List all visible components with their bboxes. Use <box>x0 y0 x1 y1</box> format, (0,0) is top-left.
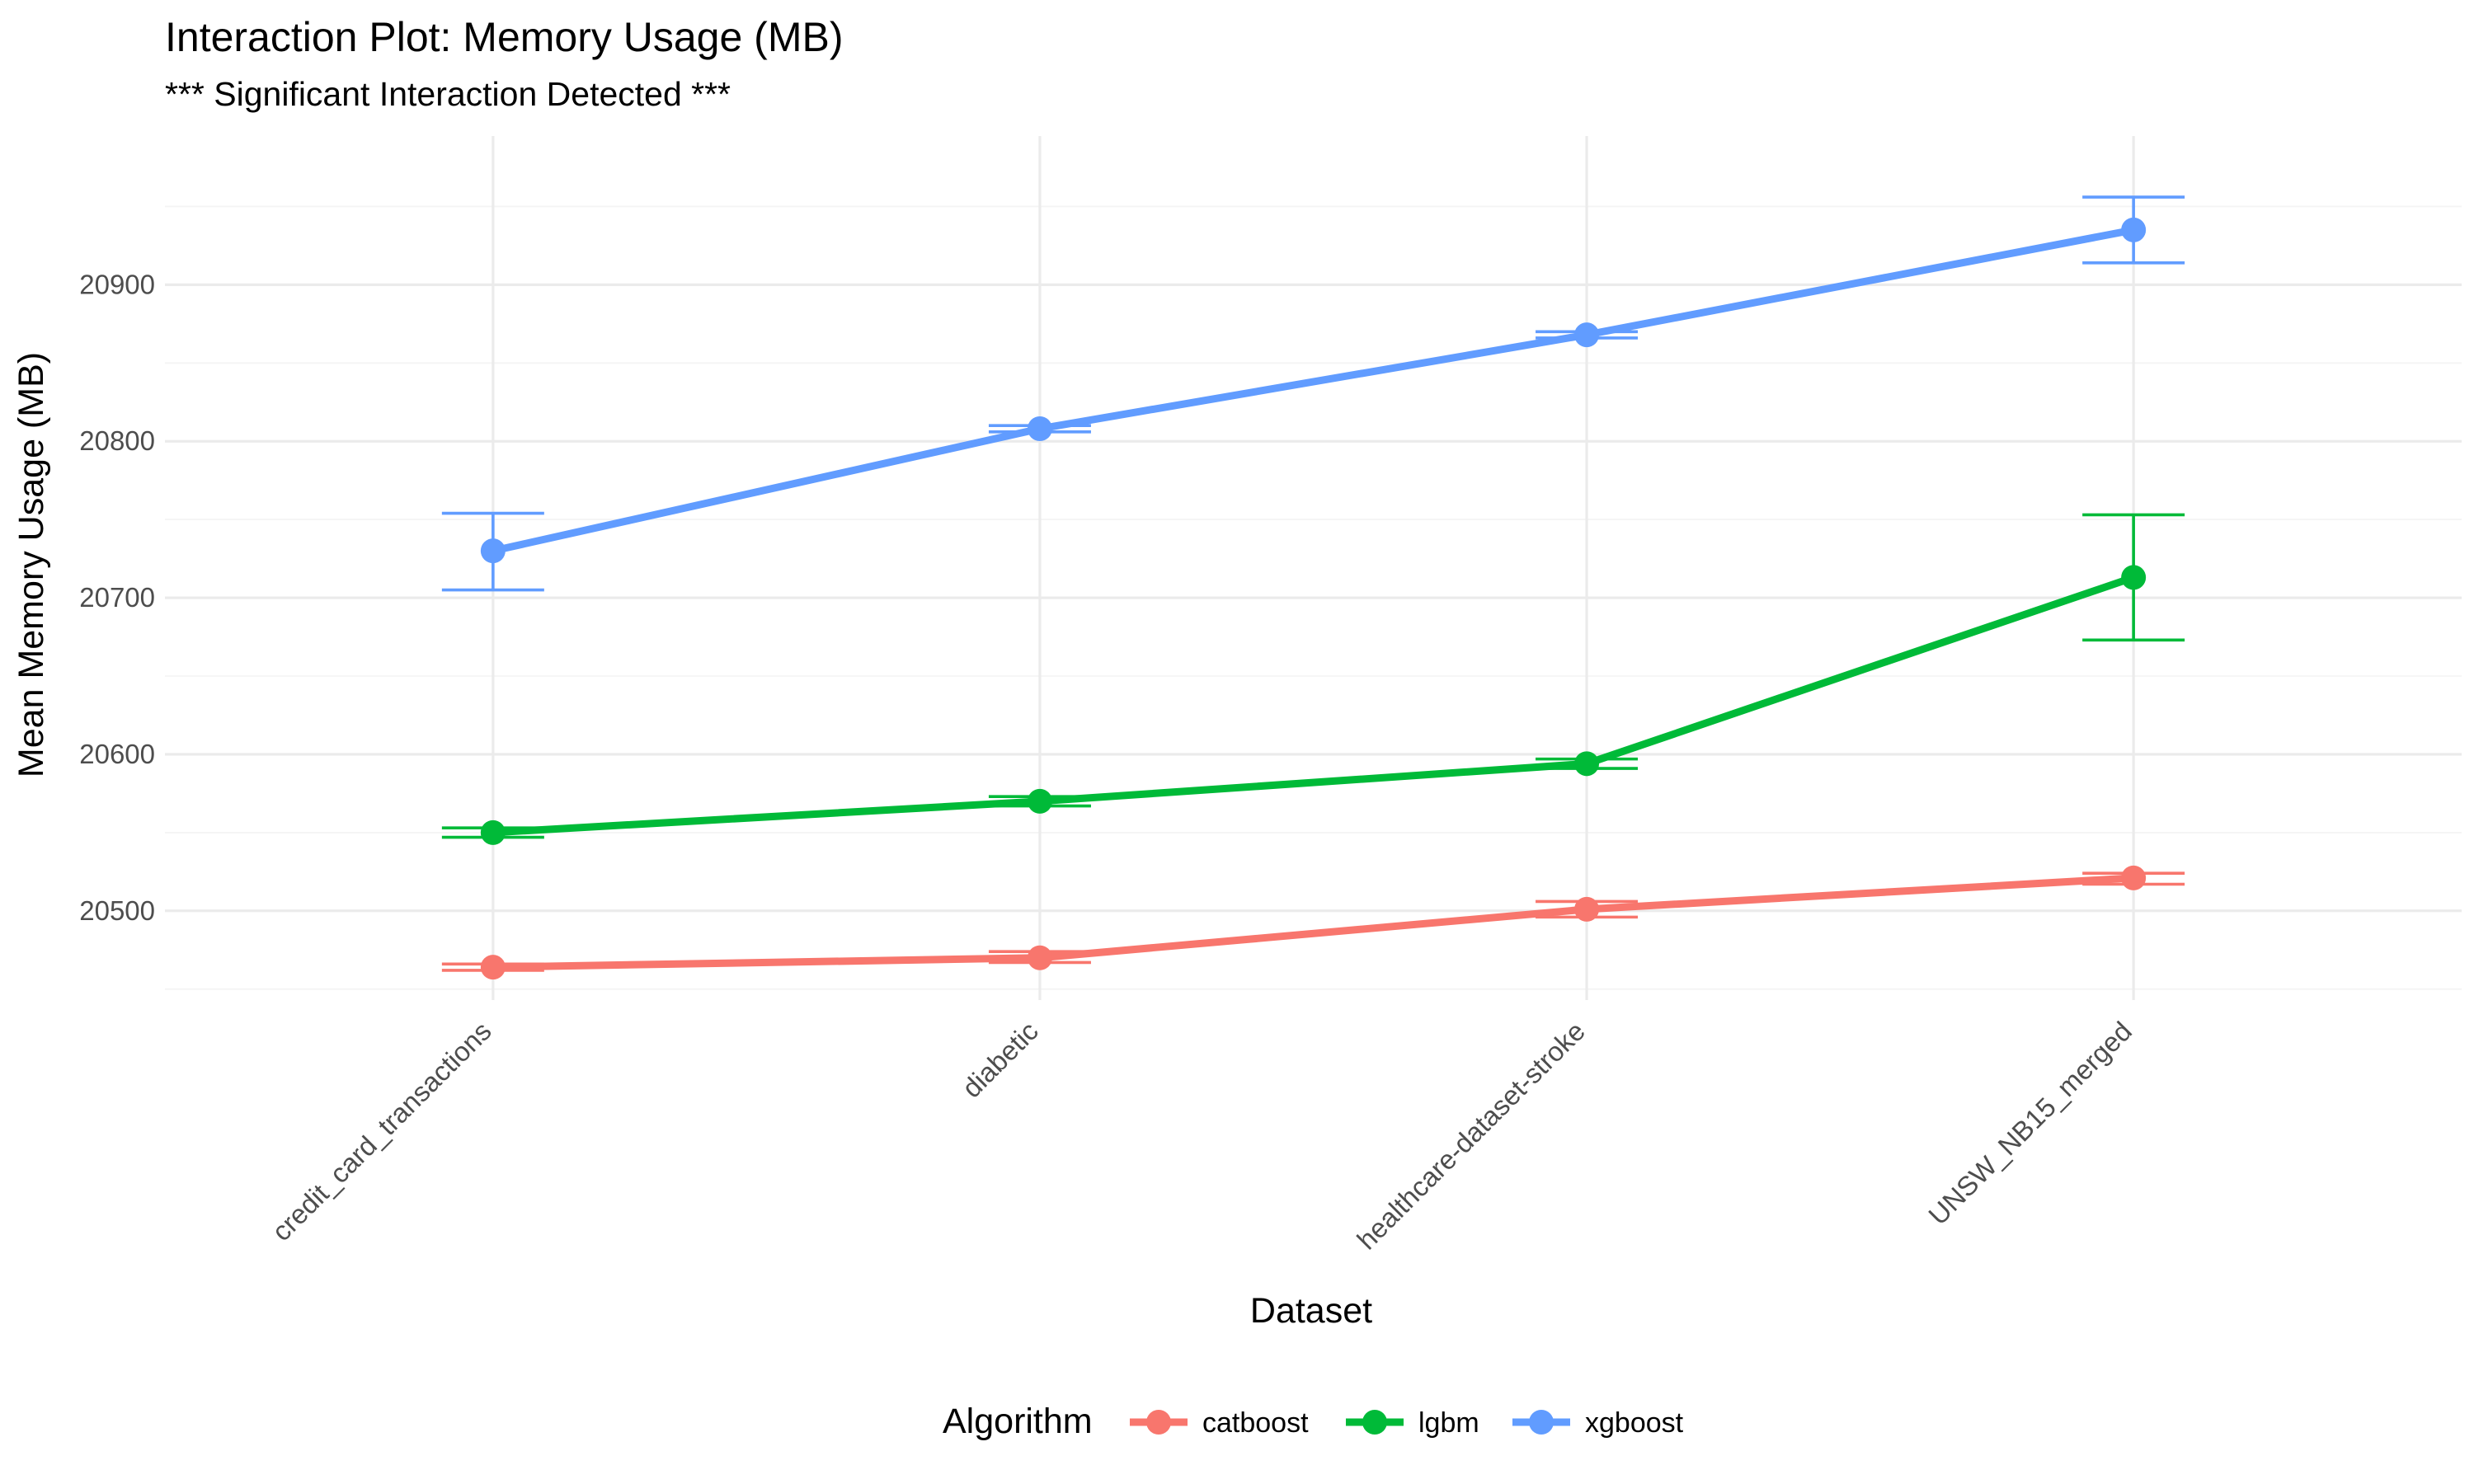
data-point-xgboost <box>1027 416 1052 442</box>
legend-item-xgboost: xgboost <box>1512 1407 1684 1439</box>
legend: Algorithm catboost lgbm xgboost <box>943 1402 1684 1441</box>
data-point-catboost <box>2121 865 2147 890</box>
y-tick-label: 20700 <box>79 582 155 613</box>
legend-key-point-xgboost <box>1529 1410 1554 1435</box>
x-tick-label: credit_card_transactions <box>266 1016 496 1247</box>
data-point-catboost <box>1027 945 1052 970</box>
chart-root: Interaction Plot: Memory Usage (MB) *** … <box>0 0 2474 1484</box>
y-tick-label: 20500 <box>79 895 155 926</box>
x-tick-label: diabetic <box>956 1016 1044 1104</box>
x-tick-labels: credit_card_transactions diabetic healthca… <box>266 1016 2138 1256</box>
legend-items: catboost lgbm xgboost <box>1130 1407 1684 1439</box>
data-point-lgbm <box>2121 565 2147 590</box>
legend-item-lgbm: lgbm <box>1346 1407 1479 1439</box>
x-tick-label: healthcare-dataset-stroke <box>1351 1016 1591 1256</box>
series-line-catboost <box>492 874 2134 971</box>
x-axis-title: Dataset <box>1250 1291 1372 1331</box>
legend-label-catboost: catboost <box>1202 1407 1309 1439</box>
data-point-catboost <box>1574 896 1600 922</box>
data-point-xgboost <box>2121 217 2147 242</box>
series-layer <box>441 195 2185 980</box>
legend-label-xgboost: xgboost <box>1585 1407 1684 1439</box>
legend-title: Algorithm <box>943 1402 1093 1441</box>
data-point-xgboost <box>480 538 506 564</box>
series-line-xgboost <box>492 226 2134 555</box>
chart-subtitle: *** Significant Interaction Detected *** <box>165 75 731 113</box>
y-tick-label: 20600 <box>79 739 155 769</box>
legend-key-point-catboost <box>1146 1410 1171 1435</box>
data-point-xgboost <box>1574 322 1600 348</box>
legend-item-catboost: catboost <box>1130 1407 1309 1439</box>
x-tick-label: UNSW_NB15_merged <box>1922 1016 2138 1231</box>
y-tick-labels: 20500 20600 20700 20800 20900 <box>79 269 155 925</box>
chart-title: Interaction Plot: Memory Usage (MB) <box>165 14 844 60</box>
data-point-lgbm <box>1027 788 1052 814</box>
grid-layer <box>165 136 2462 1000</box>
series-line-lgbm <box>492 574 2135 837</box>
series-xgboost <box>441 195 2185 592</box>
data-point-lgbm <box>1574 751 1600 777</box>
series-lgbm <box>441 513 2185 845</box>
data-point-catboost <box>480 955 506 980</box>
series-catboost <box>441 865 2185 980</box>
data-point-lgbm <box>480 819 506 845</box>
y-tick-label: 20800 <box>79 425 155 456</box>
legend-label-lgbm: lgbm <box>1418 1407 1479 1439</box>
y-tick-label: 20900 <box>79 269 155 299</box>
interaction-chart: Interaction Plot: Memory Usage (MB) *** … <box>12 14 2462 1441</box>
y-axis-title: Mean Memory Usage (MB) <box>12 352 51 777</box>
legend-key-point-lgbm <box>1362 1410 1387 1435</box>
